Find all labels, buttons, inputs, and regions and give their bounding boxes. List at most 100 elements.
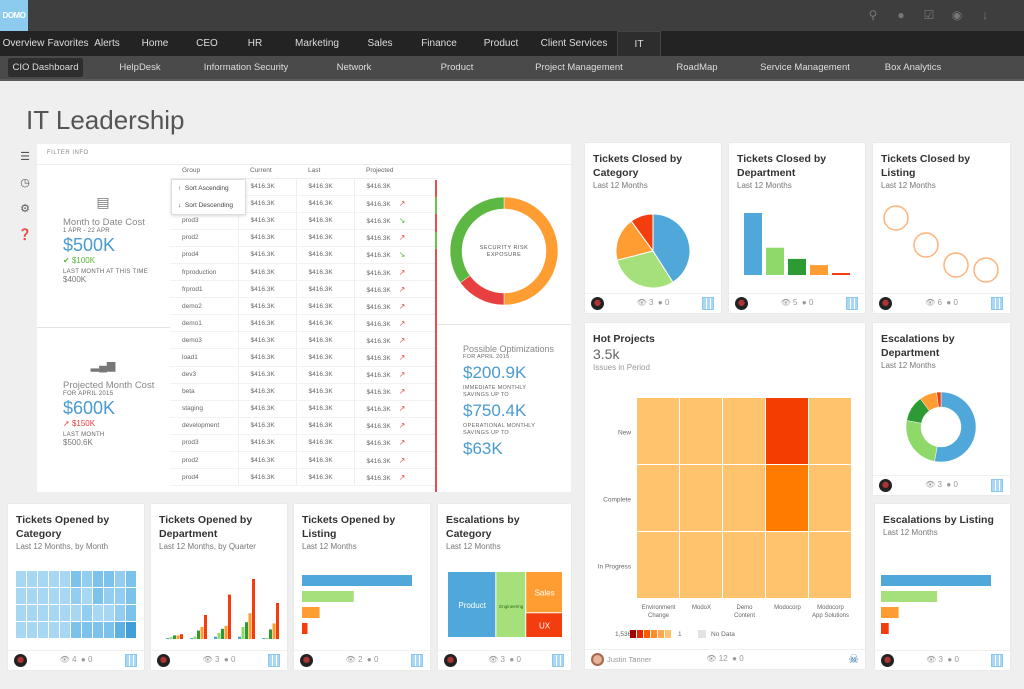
heatmap-cell — [16, 588, 26, 604]
card-escalations-listing[interactable]: Escalations by Listing Last 12 Months 👁 … — [875, 504, 1010, 670]
table-row[interactable]: demo3 $416.3K $416.3K $416.3K ↗ — [170, 331, 437, 350]
nav-tab-client-services[interactable]: Client Services — [531, 31, 617, 56]
kpi-label: Projected Month Cost — [63, 380, 155, 391]
card-tickets-opened-listing[interactable]: Tickets Opened by Listing Last 12 Months… — [294, 504, 430, 670]
subnav-tab-information-security[interactable]: Information Security — [191, 58, 301, 77]
chat-icon[interactable]: ◉ — [950, 8, 964, 22]
subnav-tab-project-management[interactable]: Project Management — [519, 58, 639, 77]
cell-text: $416.3K — [308, 217, 333, 225]
nav-tab-home[interactable]: Home — [125, 31, 185, 56]
cell-text: $416.3K — [250, 200, 275, 208]
avatar[interactable] — [14, 654, 27, 667]
owner-name[interactable]: Justin Tanner — [607, 655, 651, 664]
domo-logo[interactable]: DOMO — [0, 0, 28, 31]
sort-ascending-option[interactable]: ↑ Sort Ascending — [172, 180, 245, 197]
nav-tab-it[interactable]: IT — [617, 31, 661, 56]
card-footer: Justin Tanner 👁 12 ● 0 ☠ — [585, 649, 865, 669]
table-view-icon[interactable] — [846, 297, 858, 310]
eye-icon: 👁 — [345, 655, 356, 664]
up-arrow-icon: ➚ — [63, 419, 72, 428]
card-hot-projects[interactable]: Hot Projects 3.5k Issues in Period New Co… — [585, 323, 865, 669]
checkbox-icon[interactable]: ☑ — [922, 8, 936, 22]
avatar[interactable] — [591, 653, 604, 666]
nav-tab-ceo[interactable]: CEO — [185, 31, 229, 56]
left-sidebar: ☰ ◷ ⚙ ❓ — [15, 147, 35, 251]
table-row[interactable]: prod4 $416.3K $416.3K $416.3K ↘ — [170, 246, 437, 264]
bar — [214, 636, 217, 639]
column-header-last[interactable]: Last — [296, 164, 354, 179]
table-row[interactable]: prod2 $416.3K $416.3K $416.3K ↗ — [170, 229, 437, 247]
table-row[interactable]: staging $416.3K $416.3K $416.3K ↗ — [170, 400, 437, 418]
nav-tab-overview[interactable]: Overview — [0, 31, 47, 56]
subnav-tab-helpdesk[interactable]: HelpDesk — [101, 58, 179, 77]
column-header-projected[interactable]: Projected — [354, 164, 437, 179]
table-row[interactable]: prod3 $416.3K $416.3K $416.3K ↗ — [170, 434, 437, 453]
person-icon[interactable]: ☠ — [848, 652, 859, 666]
nav-tab-favorites[interactable]: Favorites — [47, 31, 89, 56]
card-footer: 👁 5 ● 0 — [729, 293, 865, 313]
top-bar: DOMO ⚲ ● ☑ ◉ ↓ — [0, 0, 1024, 31]
nav-tab-finance[interactable]: Finance — [407, 31, 471, 56]
table-view-icon[interactable] — [991, 297, 1003, 310]
table-row[interactable]: prod4 $416.3K $416.3K $416.3K ↗ — [170, 468, 437, 487]
column-header-current[interactable]: Current — [238, 164, 296, 179]
table-row[interactable]: frproduction $416.3K $416.3K $416.3K ↗ — [170, 263, 437, 282]
table-view-icon[interactable] — [552, 654, 564, 667]
status-segment — [435, 386, 437, 404]
cell-group: dev3 — [170, 366, 239, 384]
table-row[interactable]: dev3 $416.3K $416.3K $416.3K ↗ — [170, 366, 437, 384]
subnav-tab-service-management[interactable]: Service Management — [755, 58, 855, 77]
help-icon[interactable]: ❓ — [15, 225, 35, 251]
cell-text: $416.3K — [308, 234, 333, 242]
table-view-icon[interactable] — [991, 479, 1003, 492]
table-row[interactable]: load1 $416.3K $416.3K $416.3K ↗ — [170, 348, 437, 367]
search-icon[interactable]: ⚲ — [866, 8, 880, 22]
subnav-tab-roadmap[interactable]: RoadMap — [657, 58, 737, 77]
nav-tab-alerts[interactable]: Alerts — [89, 31, 125, 56]
card-tickets-closed-category[interactable]: Tickets Closed by Category Last 12 Month… — [585, 143, 721, 313]
nav-tab-marketing[interactable]: Marketing — [281, 31, 353, 56]
table-row[interactable]: beta $416.3K $416.3K $416.3K ↗ — [170, 383, 437, 401]
nav-tab-product[interactable]: Product — [471, 31, 531, 56]
avatar[interactable] — [444, 654, 457, 667]
avatar[interactable] — [879, 479, 892, 492]
download-icon[interactable]: ↓ — [978, 8, 992, 22]
dashboard-icon[interactable]: ◷ — [15, 173, 35, 199]
menu-icon[interactable]: ☰ — [15, 147, 35, 173]
table-view-icon[interactable] — [702, 297, 714, 310]
avatar[interactable] — [591, 297, 604, 310]
cell-group: demo2 — [170, 297, 239, 316]
subnav-tab-cio-dashboard[interactable]: CIO Dashboard — [8, 58, 83, 77]
kpi-prev-value: $400K — [63, 275, 87, 284]
subnav-tab-product[interactable]: Product — [417, 58, 497, 77]
subnav-tab-network[interactable]: Network — [313, 58, 395, 77]
card-escalations-department[interactable]: Escalations by Department Last 12 Months… — [873, 323, 1010, 495]
plug-icon[interactable]: ⚙ — [15, 199, 35, 225]
subnav-tab-box-analytics[interactable]: Box Analytics — [873, 58, 953, 77]
avatar[interactable] — [300, 654, 313, 667]
card-tickets-closed-listing[interactable]: Tickets Closed by Listing Last 12 Months… — [873, 143, 1010, 313]
card-tickets-opened-department[interactable]: Tickets Opened by Department Last 12 Mon… — [151, 504, 287, 670]
card-tickets-opened-category[interactable]: Tickets Opened by Category Last 12 Month… — [8, 504, 144, 670]
nav-tab-sales[interactable]: Sales — [353, 31, 407, 56]
card-tickets-closed-department[interactable]: Tickets Closed by Department Last 12 Mon… — [729, 143, 865, 313]
avatar[interactable] — [157, 654, 170, 667]
table-row[interactable]: frprod1 $416.3K $416.3K $416.3K ↗ — [170, 280, 437, 299]
table-row[interactable]: prod2 $416.3K $416.3K $416.3K ↗ — [170, 451, 437, 470]
table-view-icon[interactable] — [991, 654, 1003, 667]
avatar[interactable] — [879, 297, 892, 310]
avatar[interactable] — [881, 654, 894, 667]
nav-tab-hr[interactable]: HR — [229, 31, 281, 56]
table-view-icon[interactable] — [125, 654, 137, 667]
table-view-icon[interactable] — [268, 654, 280, 667]
globe-icon[interactable]: ● — [894, 8, 908, 22]
table-row[interactable]: development $416.3K $416.3K $416.3K ↗ — [170, 417, 437, 435]
avatar[interactable] — [735, 297, 748, 310]
table-view-icon[interactable] — [411, 654, 423, 667]
column-header-group[interactable]: Group — [170, 164, 238, 179]
card-escalations-category[interactable]: Escalations by Category Last 12 Months P… — [438, 504, 571, 670]
table-row[interactable]: demo1 $416.3K $416.3K $416.3K ↗ — [170, 314, 437, 333]
filter-info-label[interactable]: FILTER INFO — [47, 150, 89, 156]
sort-descending-option[interactable]: ↓ Sort Descending — [172, 197, 245, 214]
table-row[interactable]: demo2 $416.3K $416.3K $416.3K ↗ — [170, 297, 437, 316]
